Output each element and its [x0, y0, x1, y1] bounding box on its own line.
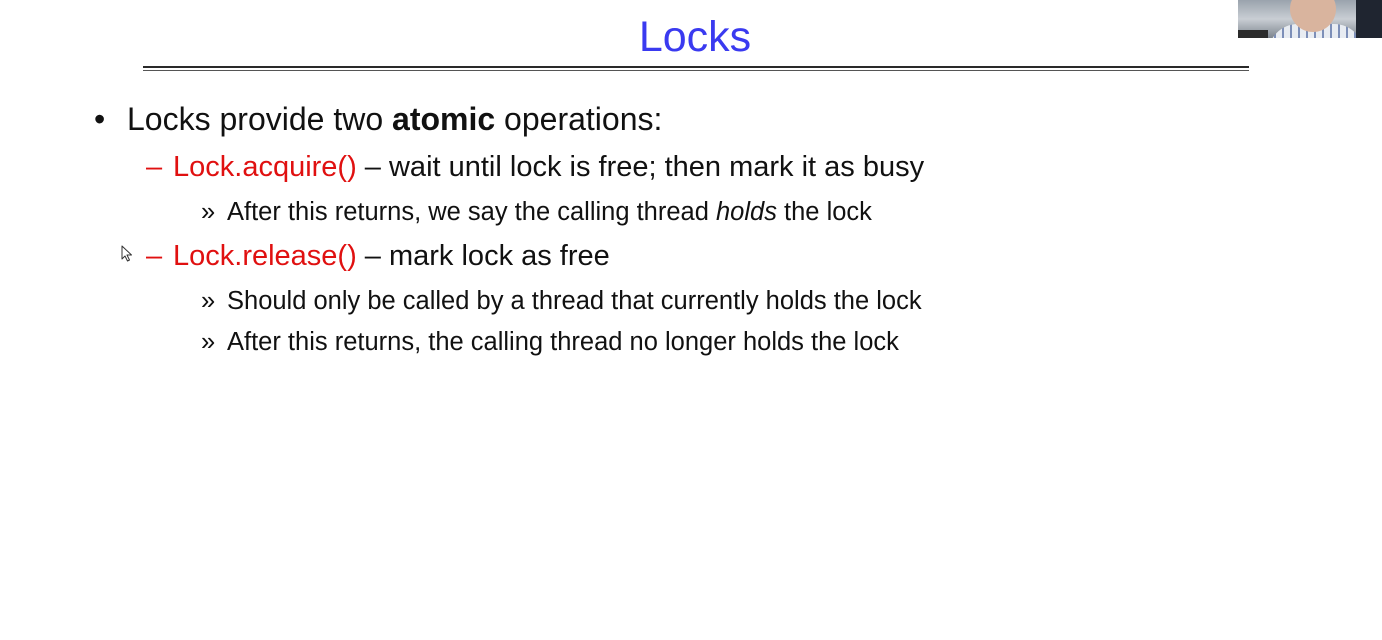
- bullet-text-atomic: atomic: [392, 101, 496, 137]
- sub-bullet-release: Lock.release() – mark lock as free: [173, 238, 610, 274]
- presenter-webcam-thumbnail: [1238, 0, 1382, 38]
- sub-bullet-dash-release: –: [146, 240, 163, 272]
- detail-marker: »: [201, 328, 216, 356]
- detail-text-post: the lock: [776, 198, 872, 226]
- bullet-marker: •: [94, 101, 106, 137]
- webcam-background: [1238, 30, 1268, 38]
- mouse-pointer-icon: [121, 245, 132, 262]
- sub-bullet-acquire: Lock.acquire() – wait until lock is free…: [173, 149, 924, 185]
- bullet-text-pre: Locks provide two: [127, 101, 393, 137]
- detail-marker: »: [201, 198, 216, 226]
- title-divider: [143, 66, 1249, 71]
- webcam-background-dark: [1356, 0, 1382, 38]
- function-name-acquire: Lock.acquire(): [173, 151, 357, 183]
- bullet-locks-provide: Locks provide two atomic operations:: [127, 99, 662, 139]
- bullet-text-post: operations:: [495, 101, 663, 137]
- detail-marker: »: [201, 287, 216, 315]
- detail-acquire-holds: After this returns, we say the calling t…: [227, 196, 872, 228]
- slide-title: Locks: [638, 13, 752, 61]
- detail-release-after-returns: After this returns, the calling thread n…: [227, 328, 899, 356]
- acquire-description: – wait until lock is free; then mark it …: [356, 151, 925, 183]
- detail-release-should-only: Should only be called by a thread that c…: [227, 287, 922, 315]
- release-description: – mark lock as free: [356, 240, 610, 272]
- function-name-release: Lock.release(): [173, 240, 357, 272]
- detail-text-pre: After this returns, we say the calling t…: [227, 198, 716, 226]
- detail-text-holds: holds: [715, 198, 777, 226]
- sub-bullet-dash-acquire: –: [146, 151, 163, 183]
